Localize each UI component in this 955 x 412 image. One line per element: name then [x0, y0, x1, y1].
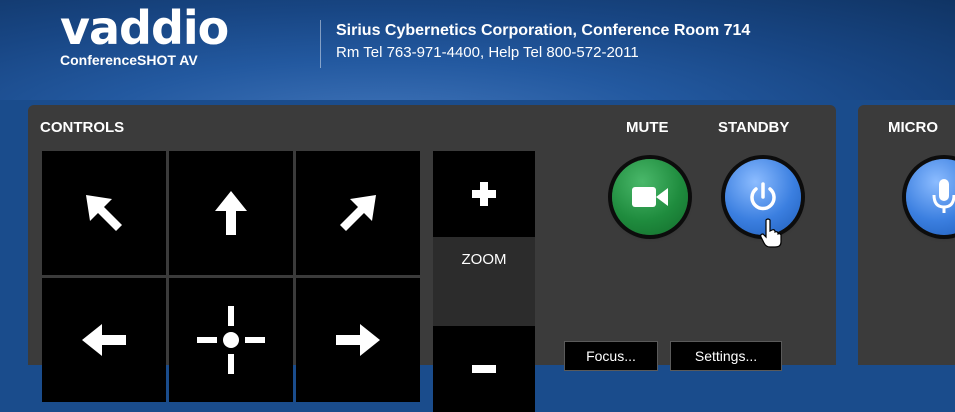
header: vaddio ConferenceSHOT AV Sirius Cybernet…	[0, 0, 955, 100]
mute-label: MUTE	[626, 119, 669, 136]
room-title: Sirius Cybernetics Corporation, Conferen…	[336, 22, 751, 39]
microphone-icon	[932, 179, 955, 213]
hand-pointer-icon	[760, 218, 782, 248]
pan-right-button[interactable]	[296, 278, 420, 402]
standby-label: STANDBY	[718, 119, 790, 136]
zoom-in-button[interactable]	[433, 151, 535, 237]
video-camera-icon	[632, 187, 668, 207]
zoom-label: ZOOM	[461, 251, 507, 268]
arrow-up-icon	[215, 191, 247, 235]
video-mute-button[interactable]	[612, 159, 688, 235]
zoom-control: ZOOM	[433, 151, 535, 412]
controls-title: CONTROLS	[40, 119, 125, 136]
pan-tilt-up-left-button[interactable]	[42, 151, 166, 275]
settings-button[interactable]: Settings...	[670, 341, 782, 371]
pan-tilt-up-right-button[interactable]	[296, 151, 420, 275]
tilt-up-button[interactable]	[169, 151, 293, 275]
home-crosshair-icon	[197, 306, 265, 374]
minus-icon	[472, 365, 496, 373]
room-contact: Rm Tel 763-971-4400, Help Tel 800-572-20…	[336, 44, 639, 61]
arrow-up-left-icon	[86, 195, 122, 231]
vaddio-logo: vaddio	[60, 1, 229, 55]
microphone-title: MICRO	[888, 119, 938, 136]
home-button[interactable]	[169, 278, 293, 402]
microphone-panel: MICRO	[858, 105, 955, 365]
controls-panel: CONTROLS ZOOM MUTE STANDBY Focus... Sett…	[28, 105, 836, 412]
microphone-mute-button[interactable]	[906, 159, 955, 235]
header-divider	[320, 20, 321, 68]
power-icon	[750, 182, 776, 211]
arrow-up-right-icon	[340, 195, 376, 231]
pan-left-button[interactable]	[42, 278, 166, 402]
zoom-out-button[interactable]	[433, 326, 535, 412]
plus-icon	[472, 182, 496, 206]
focus-button[interactable]: Focus...	[564, 341, 658, 371]
product-name: ConferenceSHOT AV	[60, 52, 198, 68]
